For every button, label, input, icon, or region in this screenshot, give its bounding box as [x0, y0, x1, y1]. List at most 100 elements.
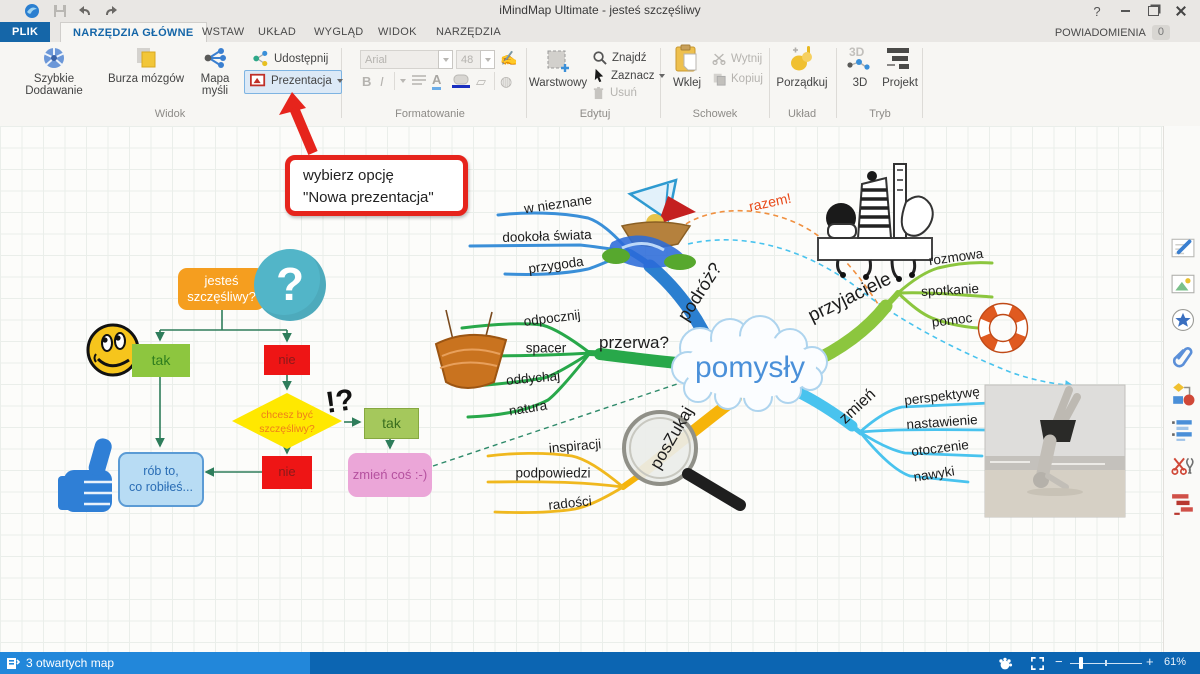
fill-color-button[interactable]	[452, 74, 470, 88]
gantt-icon	[885, 44, 915, 74]
open-maps-segment[interactable]: 3 otwartych map	[0, 652, 310, 674]
quick-add-button[interactable]: Szybkie Dodawanie	[4, 46, 104, 97]
star-icon[interactable]	[1171, 308, 1195, 332]
fit-screen-icon[interactable]	[1030, 656, 1045, 671]
flow-node-nie-1[interactable]: nie	[264, 345, 310, 375]
minimize-button[interactable]	[1114, 2, 1136, 20]
dropdown-caret-icon	[485, 58, 491, 65]
hammock-image[interactable]	[436, 310, 506, 388]
subtopic-spotkanie[interactable]: spotkanie	[921, 281, 980, 299]
flow-node-tak-1[interactable]: tak	[132, 344, 190, 377]
branch-label-przerwa[interactable]: przerwa?	[599, 333, 669, 353]
font-family-caret[interactable]	[438, 50, 453, 69]
flow-node-rob-to[interactable]: rób to,co robiłeś...	[118, 452, 204, 507]
snippet-scissors-icon[interactable]	[1171, 454, 1195, 478]
boat-image[interactable]	[602, 180, 696, 270]
color-wheel-icon[interactable]: ◍	[500, 73, 512, 90]
sticky-notes-icon	[134, 46, 158, 70]
dropdown-caret-icon	[400, 79, 406, 86]
close-button[interactable]	[1170, 2, 1192, 20]
tab-widok[interactable]: WIDOK	[366, 22, 429, 42]
window-title: iMindMap Ultimate - jesteś szczęśliwy	[0, 3, 1200, 17]
text-style-icon[interactable]: ✍	[500, 50, 517, 67]
ribbon-tabs: PLIK NARZĘDZIA GŁÓWNE WSTAW UKŁAD WYGLĄD…	[0, 22, 1200, 42]
help-button[interactable]: ?	[1086, 2, 1108, 20]
outline-list-icon[interactable]	[1171, 418, 1195, 442]
thumbs-up-image[interactable]	[58, 436, 114, 512]
share-icon	[252, 50, 269, 67]
paperclip-icon[interactable]	[1171, 344, 1195, 368]
app-window: iMindMap Ultimate - jesteś szczęśliwy ? …	[0, 0, 1200, 674]
pan-tool-icon[interactable]	[998, 656, 1013, 671]
cursor-icon	[592, 68, 606, 83]
presentation-button[interactable]: Prezentacja	[250, 73, 343, 88]
notifications[interactable]: POWIADOMIENIA 0	[1055, 25, 1170, 40]
tutorial-callout[interactable]: wybierz opcję "Nowa prezentacja"	[285, 155, 468, 216]
notifications-badge: 0	[1152, 25, 1170, 40]
paste-button[interactable]: Wklej	[666, 44, 708, 89]
question-mark-badge[interactable]: ?	[254, 249, 326, 321]
zoom-in-button[interactable]: +	[1146, 654, 1154, 669]
headstand-photo[interactable]	[985, 385, 1125, 517]
titlebar: iMindMap Ultimate - jesteś szczęśliwy ?	[0, 0, 1200, 22]
note-edit-icon[interactable]	[1171, 236, 1195, 260]
arrange-button[interactable]: Porządkuj	[772, 44, 832, 89]
zoom-out-button[interactable]: −	[1055, 654, 1063, 669]
notifications-label: POWIADOMIENIA	[1055, 27, 1146, 39]
copy-icon	[712, 72, 726, 86]
project-button[interactable]: Projekt	[880, 44, 920, 89]
share-button[interactable]: Udostępnij	[252, 50, 328, 67]
tab-wyglad[interactable]: WYGLĄD	[302, 22, 375, 42]
subtopic-podpowiedzi[interactable]: podpowiedzi	[515, 466, 590, 481]
subtopic-spacer[interactable]: spacer	[526, 341, 567, 356]
highlight-button[interactable]: ▱	[476, 74, 486, 90]
tab-plik[interactable]: PLIK	[0, 22, 50, 42]
clipboard-icon	[673, 44, 701, 74]
arrange-icon	[787, 44, 817, 74]
select-button[interactable]: Zaznacz	[592, 68, 665, 83]
brainstorm-button[interactable]: Burza mózgów	[106, 46, 186, 85]
restore-button[interactable]	[1142, 2, 1164, 20]
list-style-button[interactable]	[400, 74, 427, 87]
group-separator	[526, 48, 527, 118]
open-maps-icon	[6, 656, 20, 670]
smiley-image[interactable]	[88, 325, 138, 375]
group-label-widok: Widok	[120, 108, 220, 120]
flow-node-zmien-cos[interactable]: zmień coś :-)	[348, 453, 432, 497]
find-button[interactable]: Znajdź	[592, 50, 647, 65]
lifebuoy-image[interactable]	[979, 304, 1028, 353]
flow-node-q1[interactable]: jesteśszczęśliwy?	[178, 268, 265, 310]
delete-button[interactable]: Usuń	[592, 86, 637, 100]
flow-node-q2-label[interactable]: chcesz byćszczęśliwy?	[234, 406, 340, 438]
tab-uklad[interactable]: UKŁAD	[246, 22, 308, 42]
3d-button[interactable]: 3D 3D	[842, 44, 878, 89]
font-size-caret[interactable]	[480, 50, 495, 69]
dropdown-caret-icon	[659, 74, 665, 81]
central-topic-label[interactable]: pomysły	[695, 351, 805, 385]
flow-node-nie-2[interactable]: nie	[262, 456, 312, 489]
scissors-icon	[712, 52, 726, 65]
task-bars-icon[interactable]	[1171, 492, 1195, 516]
dropdown-caret-icon	[337, 79, 343, 86]
animals-on-bench-image[interactable]	[818, 164, 933, 282]
dropdown-caret-icon	[443, 58, 449, 65]
font-family-select[interactable]: Arial	[360, 50, 444, 69]
zoom-slider-handle[interactable]	[1079, 657, 1083, 669]
copy-button[interactable]: Kopiuj	[712, 72, 763, 86]
bold-button[interactable]: B	[362, 74, 371, 89]
tab-narzedzia-glowne[interactable]: NARZĘDZIA GŁÓWNE	[60, 22, 207, 43]
layered-select-button[interactable]: Warstwowy	[528, 48, 588, 89]
group-separator	[660, 48, 661, 118]
minimize-icon	[1121, 10, 1130, 12]
cut-button[interactable]: Wytnij	[712, 52, 762, 65]
italic-button[interactable]: I	[380, 74, 384, 89]
map-canvas[interactable]: pomysły podróż? w nieznane dookoła świat…	[0, 126, 1163, 652]
font-color-button[interactable]: A	[432, 72, 441, 90]
mindmap-view-button[interactable]: Mapa myśli	[186, 46, 244, 97]
flow-node-tak-2[interactable]: tak	[364, 408, 419, 439]
tab-narzedzia[interactable]: NARZĘDZIA	[424, 22, 513, 42]
subtopic-dookola-swiata[interactable]: dookoła świata	[502, 227, 592, 245]
zoom-level: 61%	[1164, 656, 1186, 668]
flowchart-shapes-icon[interactable]	[1171, 382, 1195, 406]
image-icon[interactable]	[1171, 272, 1195, 296]
